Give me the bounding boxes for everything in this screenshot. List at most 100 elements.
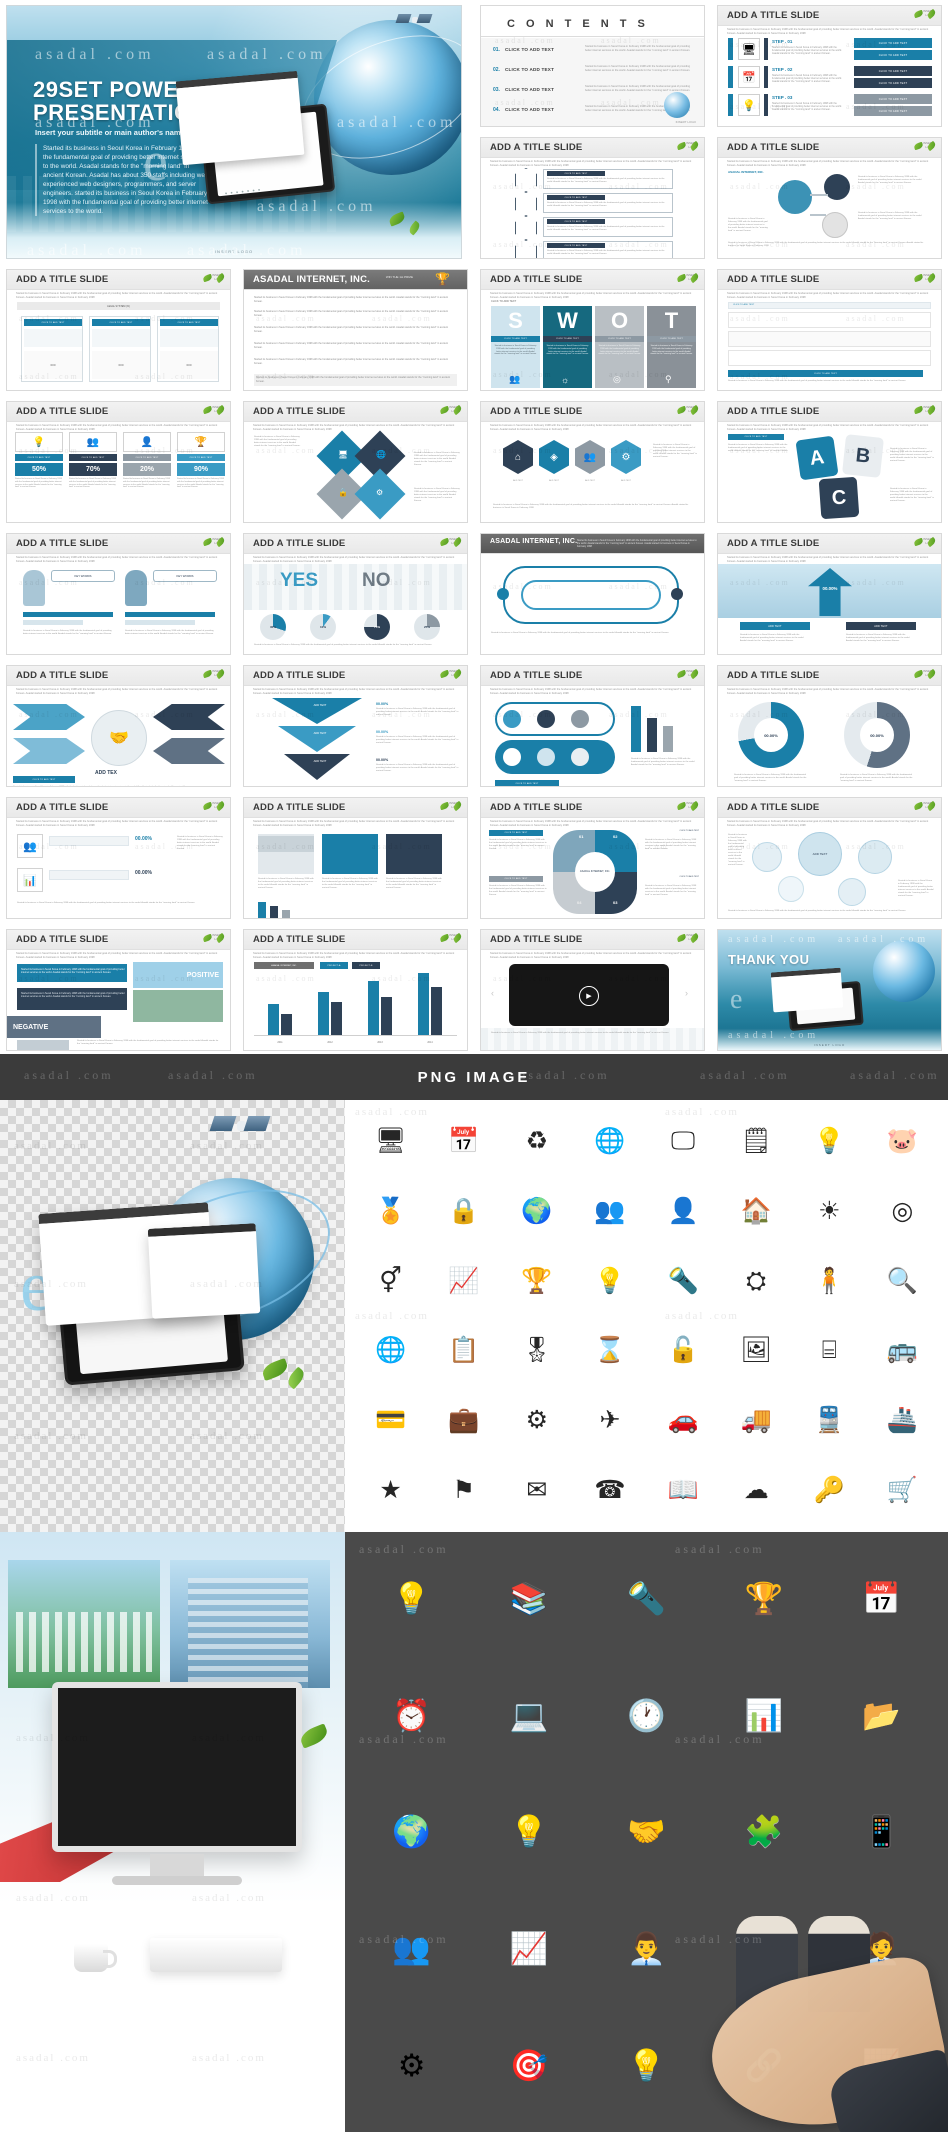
key-icon[interactable]: 🔑 [794,1456,865,1524]
clock3d-icon[interactable]: ⏰ [355,1659,468,1772]
list-item[interactable]: 03. CLICK TO ADD TEXT Started its busine… [493,84,692,99]
people-icon[interactable]: 👥 [575,440,605,474]
bus-icon[interactable]: 🚌 [867,1317,938,1385]
idea3d-icon[interactable]: 💡 [590,2009,703,2122]
ship-icon[interactable]: 🚢 [867,1387,938,1455]
bubble[interactable] [838,878,866,906]
card-icon[interactable]: 💳 [355,1387,426,1455]
slide-thumbnail-swot[interactable]: ADD A TITLE SLIDE INSERTLOGO Started its… [480,269,705,391]
podium-icon[interactable]: 🏅 [355,1178,426,1246]
network-icon[interactable]: ⛭ [721,1247,792,1315]
bulb2-icon[interactable]: 💡 [574,1247,645,1315]
node-dot[interactable] [537,748,555,766]
node-circle[interactable] [778,180,812,214]
cta-button[interactable]: CLICK TO ADD TEXT [728,434,784,440]
table-row[interactable] [728,312,931,328]
slide-thumbnail-pills[interactable]: ADD A TITLE SLIDE INSERTLOGO Started its… [480,665,705,787]
abc-card[interactable]: C [818,476,860,520]
globe2-icon[interactable]: 🌍 [501,1178,572,1246]
slide-thumbnail-barchart[interactable]: ADD A TITLE SLIDE INSERTLOGO Started its… [243,929,468,1051]
cta-button[interactable]: CLICK TO ADD TEXT [491,336,540,342]
unlock-icon[interactable]: 🔓 [648,1317,719,1385]
cta-button[interactable]: CLICK TO ADD TEXT [489,876,543,882]
percent-card[interactable]: 👤 CLICK TO ADD TEXT 20% Started its busi… [123,432,171,518]
slide-thumbnail-steps[interactable]: ADD A TITLE SLIDE INSERTLOGO Started its… [717,5,942,127]
node-dot[interactable] [571,710,589,728]
cta-button[interactable]: CLICK TO ADD TEXT [854,50,932,60]
slide-thumbnail-thankyou[interactable]: THANK YOU e INSERT LOGO asadal .com asad… [717,929,942,1051]
clipboard-icon[interactable]: 📋 [428,1317,499,1385]
slide-thumbnail-funnel[interactable]: ADD A TITLE SLIDE INSERTLOGO Started its… [243,665,468,787]
bulb23d-icon[interactable]: 💡 [472,1776,585,1889]
node-dot[interactable] [497,588,509,600]
cta-button[interactable]: CLICK TO ADD TEXT [123,454,171,461]
chart3d-icon[interactable]: 📊 [707,1659,820,1772]
node-dot[interactable] [537,710,555,728]
percent-card[interactable]: 👥 CLICK TO ADD TEXT 70% Started its busi… [69,432,117,518]
swot-card[interactable]: O CLICK TO ADD TEXT Started its business… [595,306,644,388]
tablet3d-icon[interactable]: 📱 [825,1776,938,1889]
cta-button[interactable]: CLICK TO ADD TEXT [24,319,82,326]
cta-button[interactable]: CLICK TO ADD TEXT [854,66,932,76]
table-row[interactable] [728,350,931,366]
abc-card[interactable]: A [795,435,839,481]
globe3d-icon[interactable]: 🌍 [355,1776,468,1889]
trophy-icon[interactable]: 🏆 [501,1247,572,1315]
search-doc-icon[interactable]: 🔍 [867,1247,938,1315]
presenter-icon[interactable]: 🧍 [794,1247,865,1315]
cta-button[interactable]: CLICK TO ADD TEXT [69,454,117,461]
bubble[interactable] [858,840,892,874]
folder3d-icon[interactable]: 📂 [825,1659,938,1772]
cta-button[interactable]: CLICK TO ADD TEXT [547,195,605,200]
lock-icon[interactable]: 🔒 [428,1178,499,1246]
list-item[interactable]: 01. CLICK TO ADD TEXT Started its busine… [493,44,692,59]
table-row[interactable]: CLICK TO ADD TEXT 000 [89,316,151,382]
cta-button[interactable]: ADD TEXT [740,622,810,630]
home-icon[interactable]: ⌂ [503,440,533,474]
rubik3d-icon[interactable]: 🧩 [707,1776,820,1889]
slide-thumbnail-contents[interactable]: C O N T E N T S 01. CLICK TO ADD TEXT St… [480,5,705,127]
keyword-bubble[interactable]: KEY WORDS [51,570,115,582]
list-item[interactable]: 04. CLICK TO ADD TEXT Started its busine… [493,104,692,119]
cta-button[interactable]: CLICK TO ADD TEXT [543,336,592,342]
calendar3d-icon[interactable]: 📅 [825,1542,938,1655]
cart-icon[interactable]: 🛒 [867,1456,938,1524]
gear-icon[interactable]: ⚙ [611,440,641,474]
phone-icon[interactable]: ☎ [574,1456,645,1524]
cta-button[interactable]: CLICK TO ADD TEXT [647,336,696,342]
node-dot[interactable] [571,748,589,766]
cta-button[interactable]: CLICK TO ADD TEXT [495,780,559,786]
slide-thumbnail-abc[interactable]: ADD A TITLE SLIDE INSERTLOGO Started its… [717,401,942,523]
chevron-left-icon[interactable]: ‹ [491,988,494,998]
laptop3d-icon[interactable]: 💻 [472,1659,585,1772]
table-row[interactable]: CLICK TO ADD TEXT 000 [157,316,219,382]
slide-thumbnail-agenda[interactable]: ADD A TITLE SLIDE INSERTLOGO Started its… [717,269,942,391]
cta-button[interactable]: ADD TEXT [846,622,916,630]
mail-icon[interactable]: ✉ [501,1456,572,1524]
cta-button[interactable]: CLICK TO ADD TEXT [547,171,605,176]
bubble[interactable]: ADD TEXT [798,832,842,876]
slide-thumbnail-infinity[interactable]: ADD A TITLE SLIDE INSERTLOGO Started its… [480,797,705,919]
flag-icon[interactable]: ⚑ [428,1456,499,1524]
slide-thumbnail-cube[interactable]: ADD A TITLE SLIDE INSERTLOGO Started its… [243,401,468,523]
cta-button[interactable]: CLICK TO ADD TEXT [728,370,923,377]
cta-button[interactable]: CLICK TO ADD TEXT [854,78,932,88]
slide-thumbnail-title[interactable]: e 29SET POWER PRESENTATION Insert your s… [6,5,462,259]
slide-thumbnail-hex-row[interactable]: ADD A TITLE SLIDE INSERTLOGO Started its… [480,401,705,523]
table-row[interactable] [728,331,931,347]
checklist-icon[interactable]: 🗒 [721,1108,792,1176]
swot-card[interactable]: T CLICK TO ADD TEXT Started its business… [647,306,696,388]
keyword-bubble[interactable]: KEY WORDS [153,570,217,582]
percent-card[interactable]: 🏆 CLICK TO ADD TEXT 90% Started its busi… [177,432,225,518]
slide-thumbnail-yesno[interactable]: ADD A TITLE SLIDE INSERTLOGO Started its… [243,533,468,655]
book-icon[interactable]: 📖 [648,1456,719,1524]
web-icon[interactable]: 🌐 [355,1317,426,1385]
slide-thumbnail-arrow-up[interactable]: ADD A TITLE SLIDE INSERTLOGO Started its… [717,533,942,655]
slide-thumbnail-video[interactable]: ADD A TITLE SLIDE INSERTLOGO Started its… [480,929,705,1051]
cta-button[interactable]: CLICK TO ADD TEXT [854,94,932,104]
table-row[interactable]: CLICK TO ADD TEXT [728,302,931,309]
percent-card[interactable]: 💡 CLICK TO ADD TEXT 50% Started its busi… [15,432,63,518]
hex-badge[interactable] [515,192,537,216]
target3d-icon[interactable]: 🎯 [472,2009,585,2122]
chevron-right-icon[interactable]: › [685,988,688,998]
